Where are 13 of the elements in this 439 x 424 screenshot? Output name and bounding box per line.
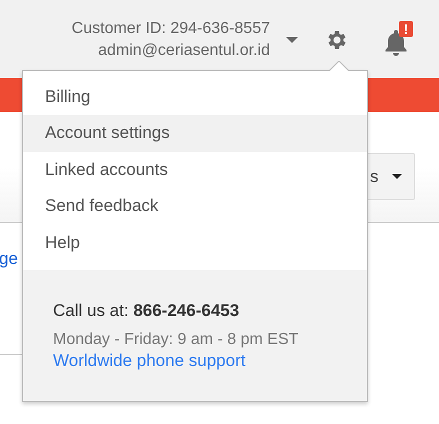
notification-badge: !: [399, 21, 413, 37]
page-link[interactable]: ge: [0, 249, 18, 269]
caret-icon[interactable]: [286, 37, 298, 43]
menu-item[interactable]: Account settings: [23, 115, 367, 152]
caret-icon: [392, 174, 402, 179]
call-text: Call us at: 866-246-6453: [53, 300, 240, 322]
support-link[interactable]: Worldwide phone support: [53, 350, 246, 372]
account-email: admin@ceriasentul.or.id: [98, 41, 270, 61]
hours-text: Monday - Friday: 9 am - 8 pm EST: [53, 330, 300, 350]
menu-item[interactable]: Billing: [23, 79, 367, 116]
menu-item[interactable]: Help: [23, 224, 367, 261]
customer-id: Customer ID: 294-636-8557: [72, 19, 270, 39]
bell-icon[interactable]: [383, 28, 409, 56]
